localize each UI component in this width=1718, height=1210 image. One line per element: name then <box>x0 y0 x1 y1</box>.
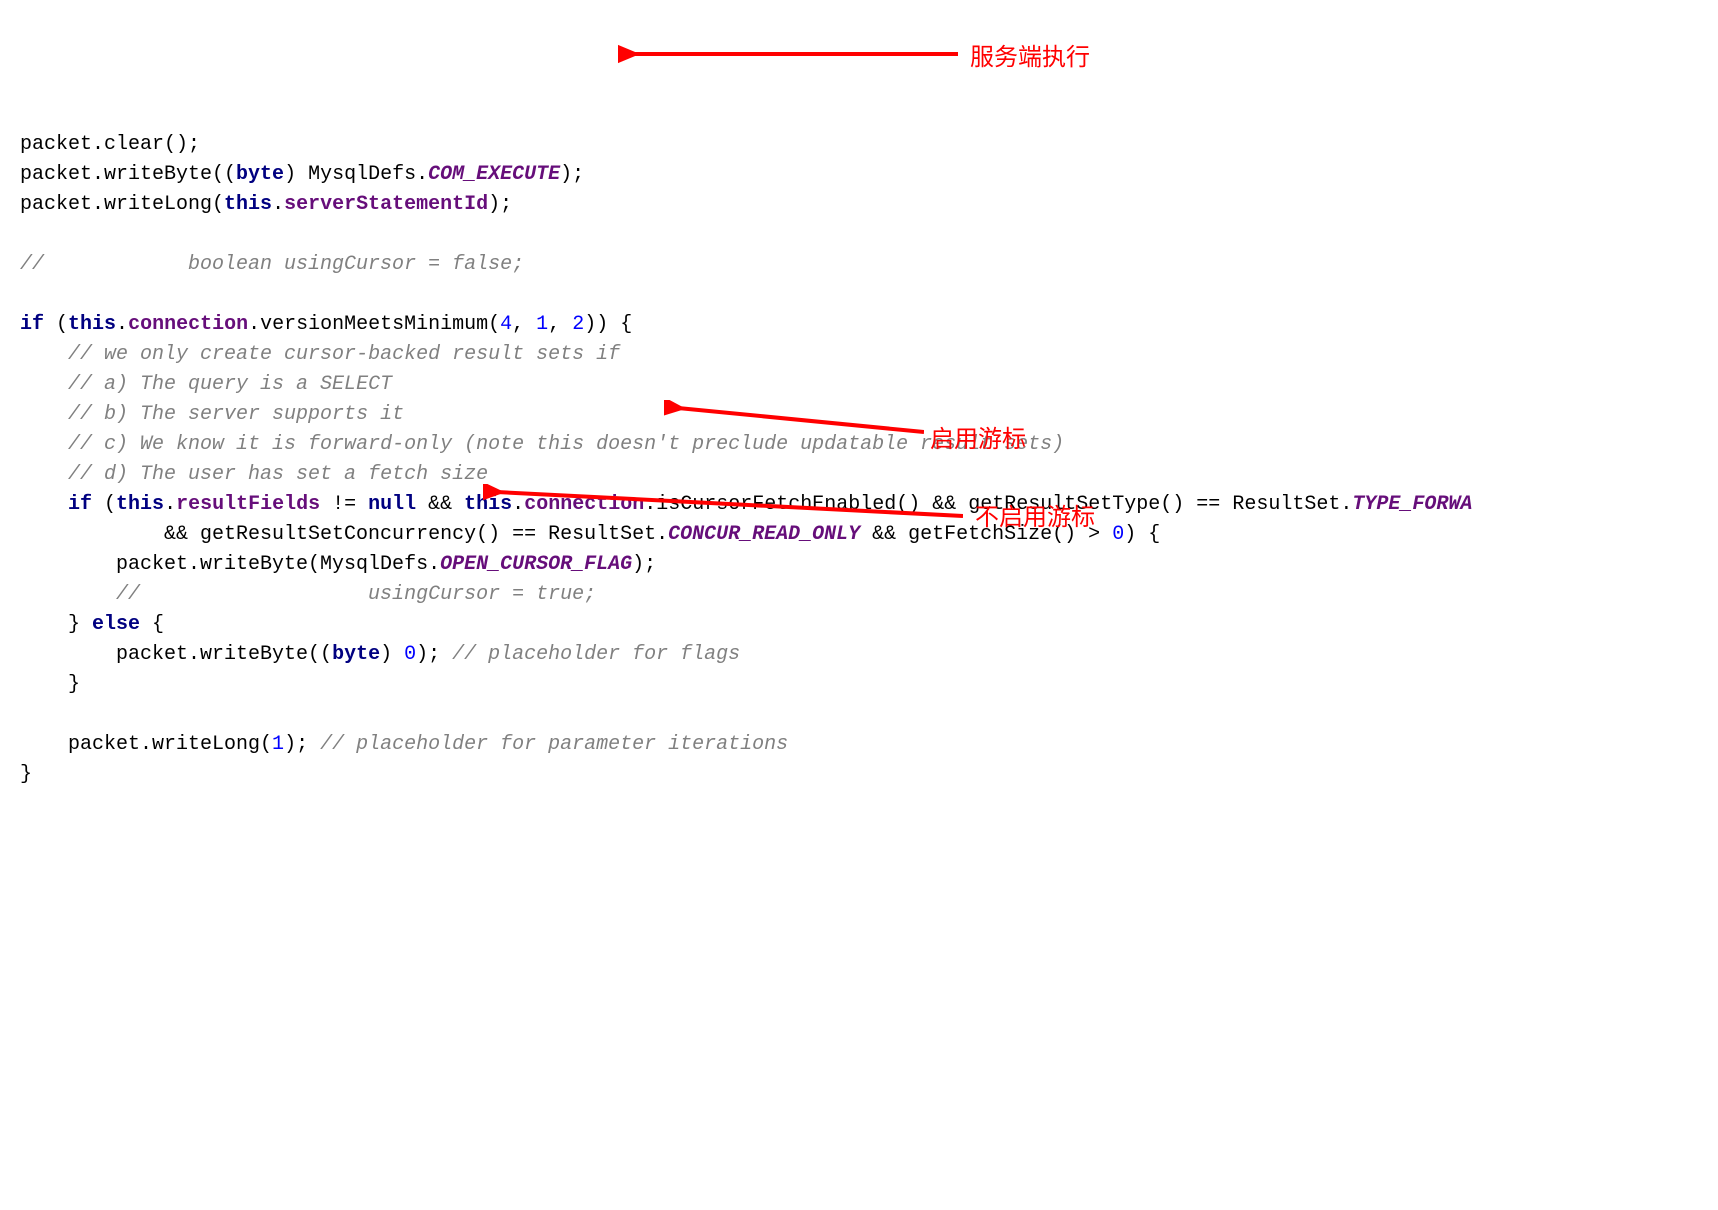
code-line: packet.writeLong(this.serverStatementId)… <box>20 193 512 216</box>
code-line: // usingCursor = true; <box>20 583 596 606</box>
code-line: // boolean usingCursor = false; <box>20 253 524 276</box>
code-line: // d) The user has set a fetch size <box>20 463 488 486</box>
code-line: // b) The server supports it <box>20 403 404 426</box>
annotation-label: 不启用游标 <box>975 500 1095 536</box>
code-line: // a) The query is a SELECT <box>20 373 392 396</box>
code-line: // we only create cursor-backed result s… <box>20 343 620 366</box>
code-line: packet.writeByte(MysqlDefs.OPEN_CURSOR_F… <box>20 553 656 576</box>
code-line: packet.writeByte((byte) MysqlDefs.COM_EX… <box>20 163 584 186</box>
code-line: if (this.connection.versionMeetsMinimum(… <box>20 313 632 336</box>
code-line: packet.clear(); <box>20 133 200 156</box>
code-line: packet.writeByte((byte) 0); // placehold… <box>20 643 740 666</box>
code-line: } <box>20 673 80 696</box>
code-line: } else { <box>20 613 164 636</box>
arrow-icon <box>618 44 958 64</box>
code-line: if (this.resultFields != null && this.co… <box>20 493 1472 516</box>
annotation-label: 服务端执行 <box>970 40 1090 76</box>
annotation-label: 启用游标 <box>930 422 1026 458</box>
code-line: } <box>20 763 32 786</box>
code-line: // c) We know it is forward-only (note t… <box>20 433 1064 456</box>
code-line: packet.writeLong(1); // placeholder for … <box>20 733 788 756</box>
code-editor: packet.clear(); packet.writeByte((byte) … <box>20 130 1718 790</box>
